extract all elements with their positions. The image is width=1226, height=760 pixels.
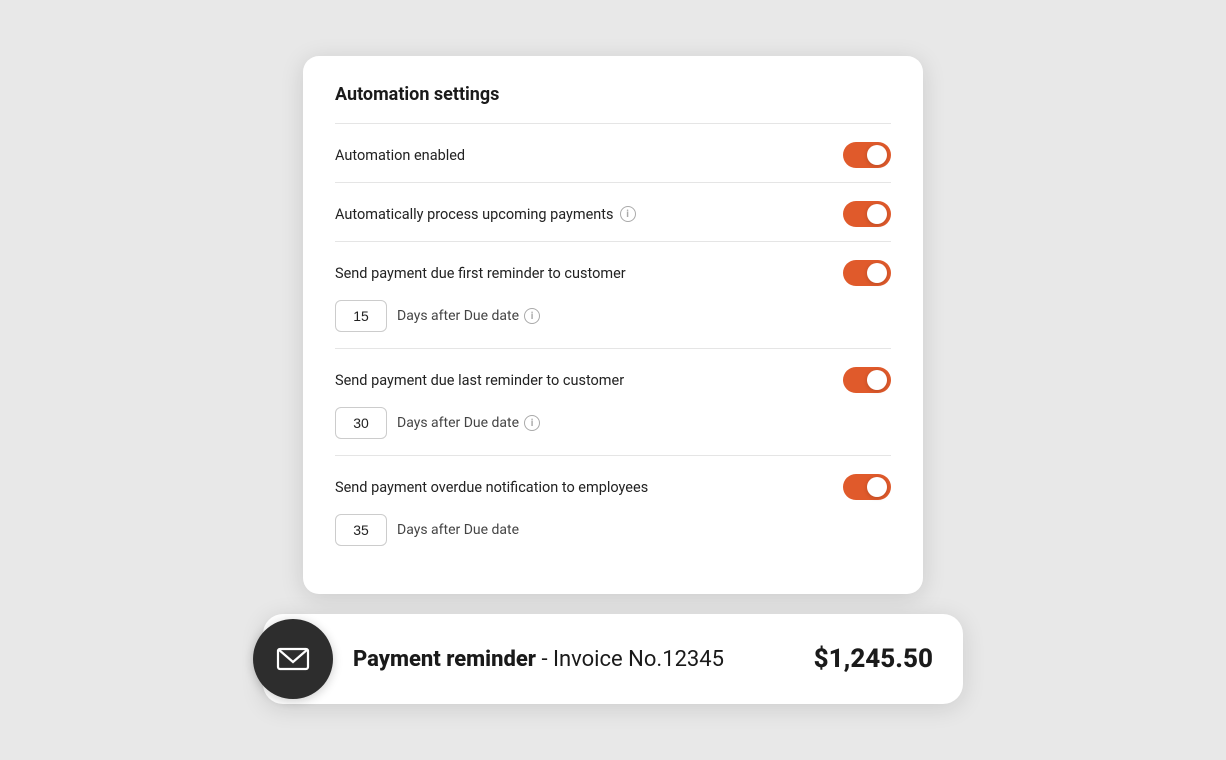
toggle-slider <box>843 142 891 168</box>
overdue-days-label: Days after Due date <box>397 522 519 538</box>
automation-enabled-label: Automation enabled <box>335 147 465 164</box>
first-reminder-toggle[interactable] <box>843 260 891 286</box>
auto-process-label: Automatically process upcoming payments … <box>335 206 636 223</box>
toggle-slider <box>843 201 891 227</box>
notification-content: Payment reminder - Invoice No.12345 $1,2… <box>353 644 933 674</box>
auto-process-info-icon[interactable]: i <box>620 206 636 222</box>
notification-title-separator: - <box>536 647 553 672</box>
setting-row-auto-process: Automatically process upcoming payments … <box>335 183 891 241</box>
setting-row-automation-enabled: Automation enabled <box>335 124 891 182</box>
last-reminder-label: Send payment due last reminder to custom… <box>335 372 624 389</box>
setting-row-last-reminder: Send payment due last reminder to custom… <box>335 349 891 407</box>
notification-amount: $1,245.50 <box>814 644 933 674</box>
automation-settings-card: Automation settings Automation enabled A… <box>303 56 923 594</box>
toggle-slider <box>843 367 891 393</box>
first-reminder-label: Send payment due first reminder to custo… <box>335 265 626 282</box>
toggle-slider <box>843 260 891 286</box>
overdue-sub-row: Days after Due date <box>335 514 891 562</box>
auto-process-toggle[interactable] <box>843 201 891 227</box>
notification-title: Payment reminder - Invoice No.12345 <box>353 647 724 672</box>
notification-title-normal: Invoice No.12345 <box>553 647 724 672</box>
envelope-icon <box>275 641 311 677</box>
first-reminder-sub-row: Days after Due date i <box>335 300 891 348</box>
notification-icon-circle <box>253 619 333 699</box>
overdue-days-input[interactable] <box>335 514 387 546</box>
overdue-toggle[interactable] <box>843 474 891 500</box>
notification-title-bold: Payment reminder <box>353 647 536 672</box>
last-reminder-days-label: Days after Due date i <box>397 415 540 431</box>
setting-row-first-reminder: Send payment due first reminder to custo… <box>335 242 891 300</box>
first-reminder-days-label: Days after Due date i <box>397 308 540 324</box>
first-reminder-days-input[interactable] <box>335 300 387 332</box>
first-reminder-days-info-icon[interactable]: i <box>524 308 540 324</box>
automation-enabled-toggle[interactable] <box>843 142 891 168</box>
last-reminder-sub-row: Days after Due date i <box>335 407 891 455</box>
notification-card: Payment reminder - Invoice No.12345 $1,2… <box>263 614 963 704</box>
last-reminder-days-input[interactable] <box>335 407 387 439</box>
overdue-label: Send payment overdue notification to emp… <box>335 479 648 496</box>
last-reminder-days-info-icon[interactable]: i <box>524 415 540 431</box>
last-reminder-toggle[interactable] <box>843 367 891 393</box>
toggle-slider <box>843 474 891 500</box>
setting-row-overdue: Send payment overdue notification to emp… <box>335 456 891 514</box>
card-title: Automation settings <box>335 84 891 105</box>
